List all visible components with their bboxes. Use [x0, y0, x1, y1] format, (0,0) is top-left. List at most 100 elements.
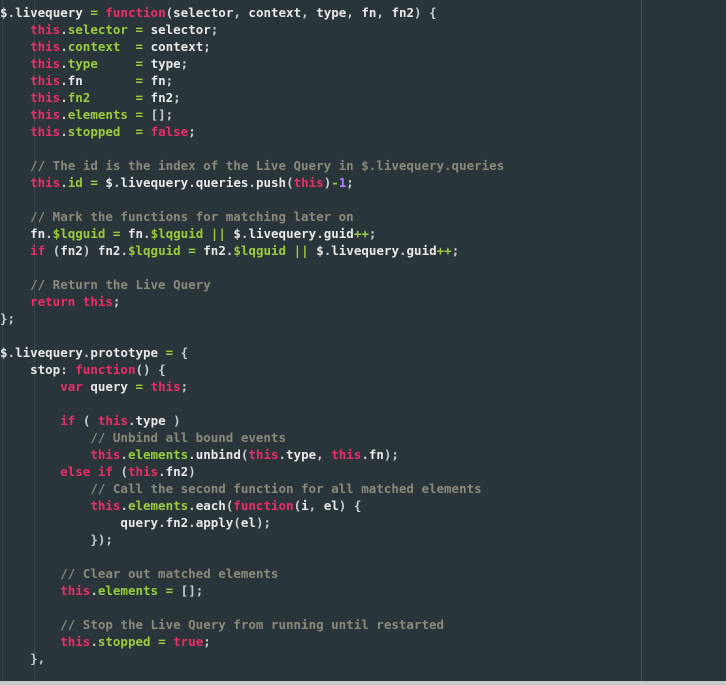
code-line[interactable]: this.elements = []; — [0, 106, 504, 123]
code-line[interactable]: // Call the second function for all matc… — [0, 480, 504, 497]
code-line[interactable]: this.type = type; — [0, 55, 504, 72]
code-line[interactable] — [0, 140, 504, 157]
code-line[interactable] — [0, 599, 504, 616]
code-token: this — [30, 107, 61, 122]
code-line[interactable]: $.livequery.prototype = { — [0, 344, 504, 361]
code-line[interactable]: fn.$lqguid = fn.$lqguid || $.livequery.g… — [0, 225, 504, 242]
code-token: ) — [188, 464, 196, 479]
code-token: $ — [0, 345, 8, 360]
code-line[interactable]: this.elements.unbind(this.type, this.fn)… — [0, 446, 504, 463]
code-line[interactable]: this.stopped = true; — [0, 633, 504, 650]
code-token: livequery — [248, 226, 317, 241]
code-line[interactable]: }; — [0, 310, 504, 327]
code-line[interactable]: this.context = context; — [0, 38, 504, 55]
code-token: if — [97, 464, 113, 479]
code-token: . — [120, 498, 128, 513]
code-line[interactable]: // Clear out matched elements — [0, 565, 504, 582]
code-token: var — [60, 379, 83, 394]
code-token: . — [120, 243, 128, 258]
code-line[interactable]: else if (this.fn2) — [0, 463, 504, 480]
code-token: el — [240, 515, 256, 530]
code-token: ( — [286, 175, 294, 190]
code-line[interactable]: this.stopped = false; — [0, 123, 504, 140]
code-token: fn2 — [97, 243, 121, 258]
code-viewport[interactable]: $.livequery = function(selector, context… — [0, 0, 726, 681]
code-line[interactable]: stop: function() { — [0, 361, 504, 378]
code-token: fn2 — [67, 90, 91, 105]
code-line[interactable]: }); — [0, 531, 504, 548]
code-line[interactable]: // The id is the index of the Live Query… — [0, 157, 504, 174]
code-line[interactable]: return this; — [0, 293, 504, 310]
code-line[interactable]: var query = this; — [0, 378, 504, 395]
code-line[interactable]: this.elements = []; — [0, 582, 504, 599]
code-token: stopped — [67, 124, 121, 139]
horizontal-scrollbar-track[interactable] — [0, 681, 726, 685]
code-line[interactable]: this.id = $.livequery.queries.push(this)… — [0, 174, 504, 191]
code-token: ( — [233, 515, 241, 530]
code-token: = — [165, 583, 174, 598]
code-line[interactable]: $.livequery = function(selector, context… — [0, 4, 504, 21]
code-token: ) — [173, 413, 181, 428]
code-line[interactable]: // Unbind all bound events — [0, 429, 504, 446]
code-line[interactable]: }, — [0, 650, 504, 667]
code-line[interactable]: this.elements.each(function(i, el) { — [0, 497, 504, 514]
code-token: ( — [293, 498, 302, 513]
code-editor[interactable]: $.livequery = function(selector, context… — [0, 0, 726, 685]
code-token: queries — [195, 175, 249, 190]
code-token: livequery — [120, 175, 189, 190]
code-token: type — [135, 413, 166, 428]
code-line[interactable]: this.selector = selector; — [0, 21, 504, 38]
code-line[interactable]: // Mark the functions for matching later… — [0, 208, 504, 225]
code-token: this — [248, 447, 279, 462]
code-token: apply — [195, 515, 234, 530]
code-token: query — [90, 379, 128, 394]
code-token: push — [255, 175, 287, 190]
code-token: fn — [361, 5, 377, 20]
code-token: $ — [316, 243, 324, 258]
code-line[interactable]: if (fn2) fn2.$lqguid = fn2.$lqguid || $.… — [0, 242, 504, 259]
code-token: . — [398, 243, 407, 258]
code-token: this — [293, 175, 324, 190]
code-line[interactable]: this.fn2 = fn2; — [0, 89, 504, 106]
code-token: livequery — [15, 345, 83, 360]
code-line[interactable] — [0, 327, 504, 344]
code-token: . — [143, 226, 151, 241]
code-line[interactable]: query.fn2.apply(el); — [0, 514, 504, 531]
code-token: // Return the Live Query — [30, 277, 211, 292]
code-line[interactable]: // Stop the Live Query from running unti… — [0, 616, 504, 633]
code-line[interactable]: if ( this.type ) — [0, 412, 504, 429]
code-token: fn — [67, 73, 83, 88]
code-token: elements — [127, 498, 189, 513]
code-line[interactable]: this.fn = fn; — [0, 72, 504, 89]
code-token: context — [150, 39, 204, 54]
horizontal-scrollbar-thumb[interactable] — [0, 681, 726, 685]
code-token: function — [105, 5, 166, 20]
code-line[interactable]: // Return the Live Query — [0, 276, 504, 293]
code-token: prototype — [90, 345, 159, 360]
code-line[interactable] — [0, 548, 504, 565]
code-line[interactable] — [0, 259, 504, 276]
code-content[interactable]: $.livequery = function(selector, context… — [0, 4, 504, 667]
code-line[interactable] — [0, 191, 504, 208]
code-token: ); — [255, 515, 271, 530]
code-token: this — [60, 634, 91, 649]
code-token: ; — [203, 39, 211, 54]
code-token: { — [429, 5, 437, 20]
code-token: = — [135, 56, 144, 71]
code-token: fn2 — [203, 243, 226, 258]
code-line[interactable] — [0, 395, 504, 412]
